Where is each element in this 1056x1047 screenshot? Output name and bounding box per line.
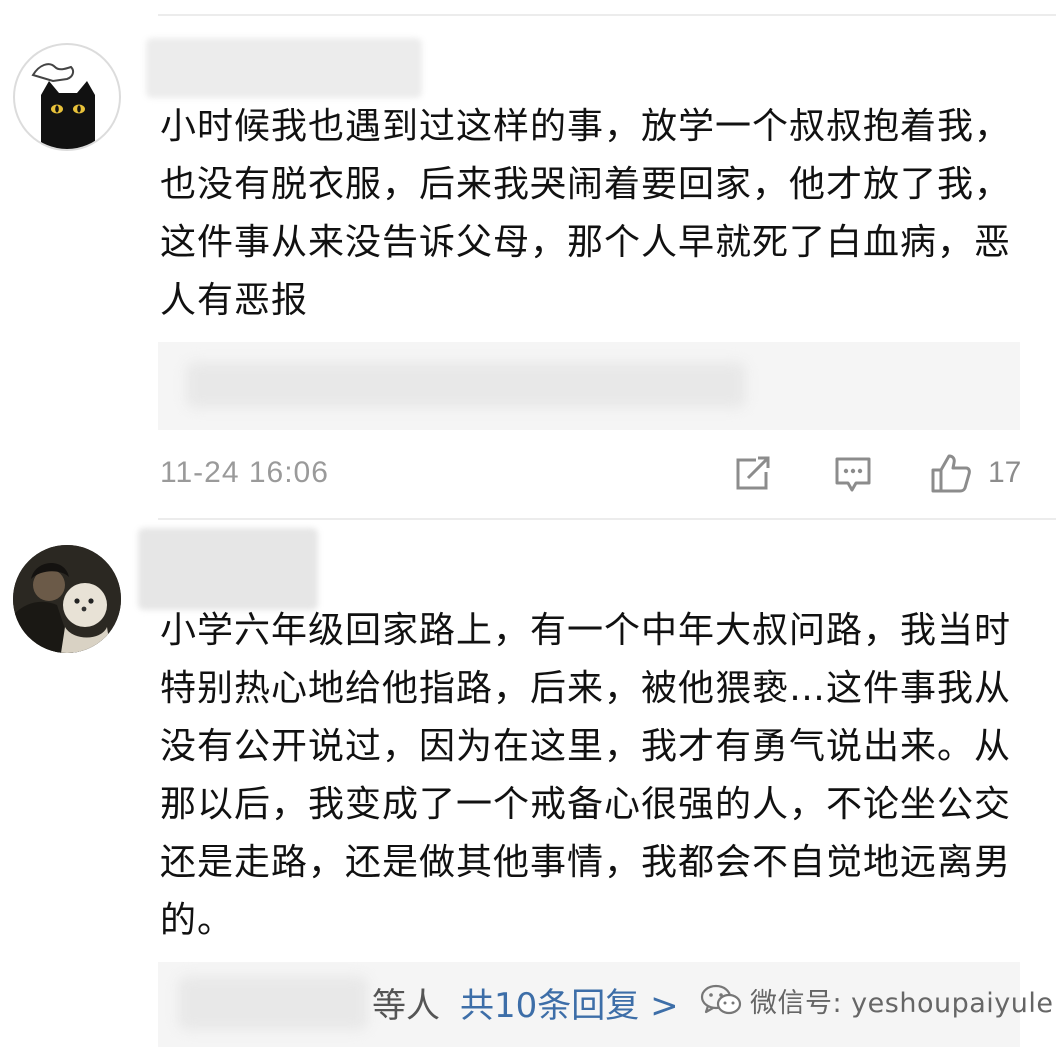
reply-summary-others: 等人 [372,986,440,1026]
comment-icon [835,457,871,492]
wechat-watermark: 微信号: yeshoupaiyule [700,978,1053,1022]
share-icon [736,456,770,490]
reply-preview-box[interactable] [158,342,1020,430]
like-count: 17 [988,456,1022,489]
username-redacted [138,528,318,610]
comment-timestamp: 11-24 16:06 [160,456,329,489]
share-button[interactable] [734,456,772,496]
username-redacted [146,38,422,98]
like-button[interactable] [930,452,972,498]
black-cat-icon [31,63,95,149]
comment-text: 小学六年级回家路上，有一个中年大叔问路，我当时特别热心地给他指路，后来，被他猥亵… [160,610,1012,941]
top-divider [158,14,1056,16]
avatar-black-cat[interactable] [13,43,121,151]
thumbs-up-icon [931,454,971,493]
view-all-replies-link[interactable]: 共10条回复 > [460,984,679,1028]
person-with-dog-icon [13,545,121,653]
avatar-person-with-dog[interactable] [13,545,121,653]
comment-divider [158,518,1056,520]
comment-text: 小时候我也遇到过这样的事，放学一个叔叔抱着我，也没有脱衣服，后来我哭闹着要回家，… [160,106,1012,321]
reply-preview-redacted [186,362,746,408]
wechat-icon [700,984,742,1015]
reply-button[interactable] [834,456,872,498]
reply-preview-redacted [178,976,368,1030]
watermark-text: 微信号: yeshoupaiyule [750,987,1054,1019]
